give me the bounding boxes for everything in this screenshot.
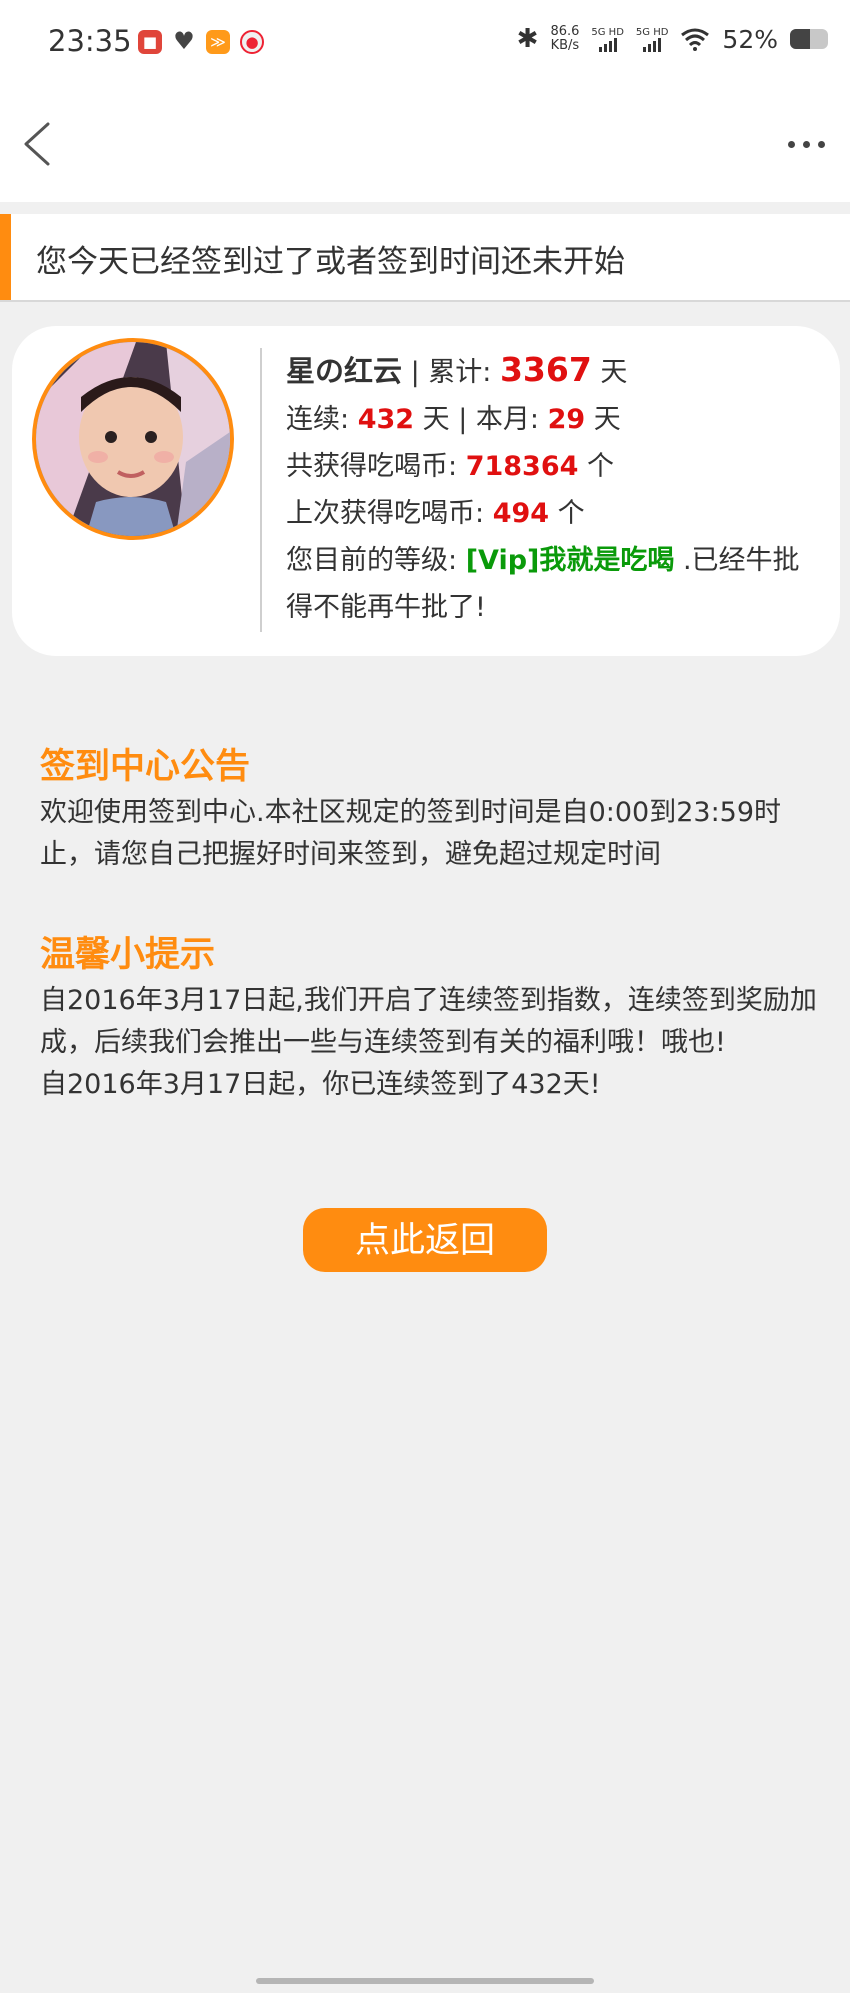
total-days: 3367 — [499, 350, 592, 389]
status-right: ✱ 86.6 KB/s 5G HD 5G HD 52% — [517, 24, 828, 54]
heart-icon: ♥ — [173, 27, 195, 55]
home-indicator[interactable] — [256, 1978, 594, 1984]
announcement-body: 欢迎使用签到中心.本社区规定的签到时间是自0:00到23:59时止，请您自己把握… — [40, 797, 782, 870]
avatar[interactable] — [32, 338, 234, 540]
last-label: 上次获得吃喝币: — [286, 498, 493, 529]
tips-body-line2: 自2016年3月17日起，你已连续签到了432天! — [40, 1069, 601, 1100]
streak-label: 连续: — [286, 404, 358, 435]
username: 星の红云 — [286, 354, 403, 388]
day-unit: 天 — [585, 404, 621, 435]
level-name: [Vip]我就是吃喝 — [465, 545, 675, 576]
day-unit: 天 — [591, 357, 628, 388]
status-bar: 23:35 ■ ♥ ≫ ● ✱ 86.6 KB/s 5G HD 5G HD 52… — [0, 0, 850, 88]
app-icon: ≫ — [206, 30, 230, 54]
message-banner: 您今天已经签到过了或者签到时间还未开始 — [0, 214, 850, 302]
bluetooth-icon: ✱ — [516, 24, 539, 54]
more-dots-icon — [787, 140, 795, 148]
status-time: 23:35 — [48, 24, 132, 58]
sim2-label: 5G HD — [635, 26, 669, 38]
announcement-title: 签到中心公告 — [40, 747, 251, 787]
wifi-icon — [681, 28, 710, 51]
signal-icon: 5G HD — [591, 27, 624, 52]
nav-bar — [0, 88, 850, 202]
tips-body-line1: 自2016年3月17日起,我们开启了连续签到指数，连续签到奖励加成，后续我们会推… — [40, 985, 817, 1058]
net-speed-value: 86.6 — [550, 24, 580, 39]
profile-row-total: 星の红云 | 累计: 3367 天 — [286, 346, 826, 396]
message-text: 您今天已经签到过了或者签到时间还未开始 — [36, 244, 625, 280]
battery-percent: 52% — [722, 24, 778, 54]
coins-total: 718364 — [465, 451, 579, 482]
tips-title: 温馨小提示 — [40, 935, 216, 975]
return-button[interactable]: 点此返回 — [303, 1208, 547, 1272]
message-accent-bar — [0, 214, 11, 300]
coins-unit: 个 — [549, 498, 585, 529]
sim1-label: 5G HD — [591, 26, 624, 38]
profile-info: 星の红云 | 累计: 3367 天 连续: 432 天 | 本月: 29 天 共… — [286, 346, 826, 631]
signal-icon: 5G HD — [635, 26, 669, 52]
app-icon: ● — [240, 30, 264, 54]
total-label: | 累计: — [402, 357, 500, 388]
battery-icon — [790, 29, 828, 49]
more-dots-icon — [817, 140, 825, 148]
card-divider — [260, 348, 262, 632]
battery-fill — [790, 29, 810, 49]
month-label: 天 | 本月: — [414, 404, 548, 435]
more-dots-icon — [802, 140, 810, 148]
coins-unit: 个 — [578, 451, 615, 482]
net-speed-unit: KB/s — [550, 38, 580, 53]
notification-app-icon: ■ — [138, 30, 162, 54]
last-coins: 494 — [492, 498, 550, 529]
tips-section: 温馨小提示 自2016年3月17日起,我们开启了连续签到指数，连续签到奖励加成，… — [40, 930, 820, 1106]
month-days: 29 — [547, 404, 586, 435]
notification-icons: ■ ♥ ≫ ● — [138, 27, 264, 55]
coins-label: 共获得吃喝币: — [286, 451, 466, 482]
streak-days: 432 — [357, 404, 415, 435]
more-button[interactable] — [780, 128, 832, 160]
profile-row-last: 上次获得吃喝币: 494 个 — [286, 490, 826, 537]
back-button[interactable] — [16, 118, 60, 170]
profile-card: 星の红云 | 累计: 3367 天 连续: 432 天 | 本月: 29 天 共… — [12, 326, 840, 656]
net-speed: 86.6 KB/s — [550, 25, 579, 53]
profile-row-streak: 连续: 432 天 | 本月: 29 天 — [286, 396, 826, 443]
avatar-image — [36, 342, 230, 536]
announcement-section: 签到中心公告 欢迎使用签到中心.本社区规定的签到时间是自0:00到23:59时止… — [40, 742, 820, 876]
level-label: 您目前的等级: — [286, 545, 466, 576]
chevron-left-icon — [24, 122, 50, 166]
profile-row-coins: 共获得吃喝币: 718364 个 — [286, 443, 826, 490]
profile-row-level: 您目前的等级: [Vip]我就是吃喝 .已经牛批得不能再牛批了! — [286, 537, 826, 631]
